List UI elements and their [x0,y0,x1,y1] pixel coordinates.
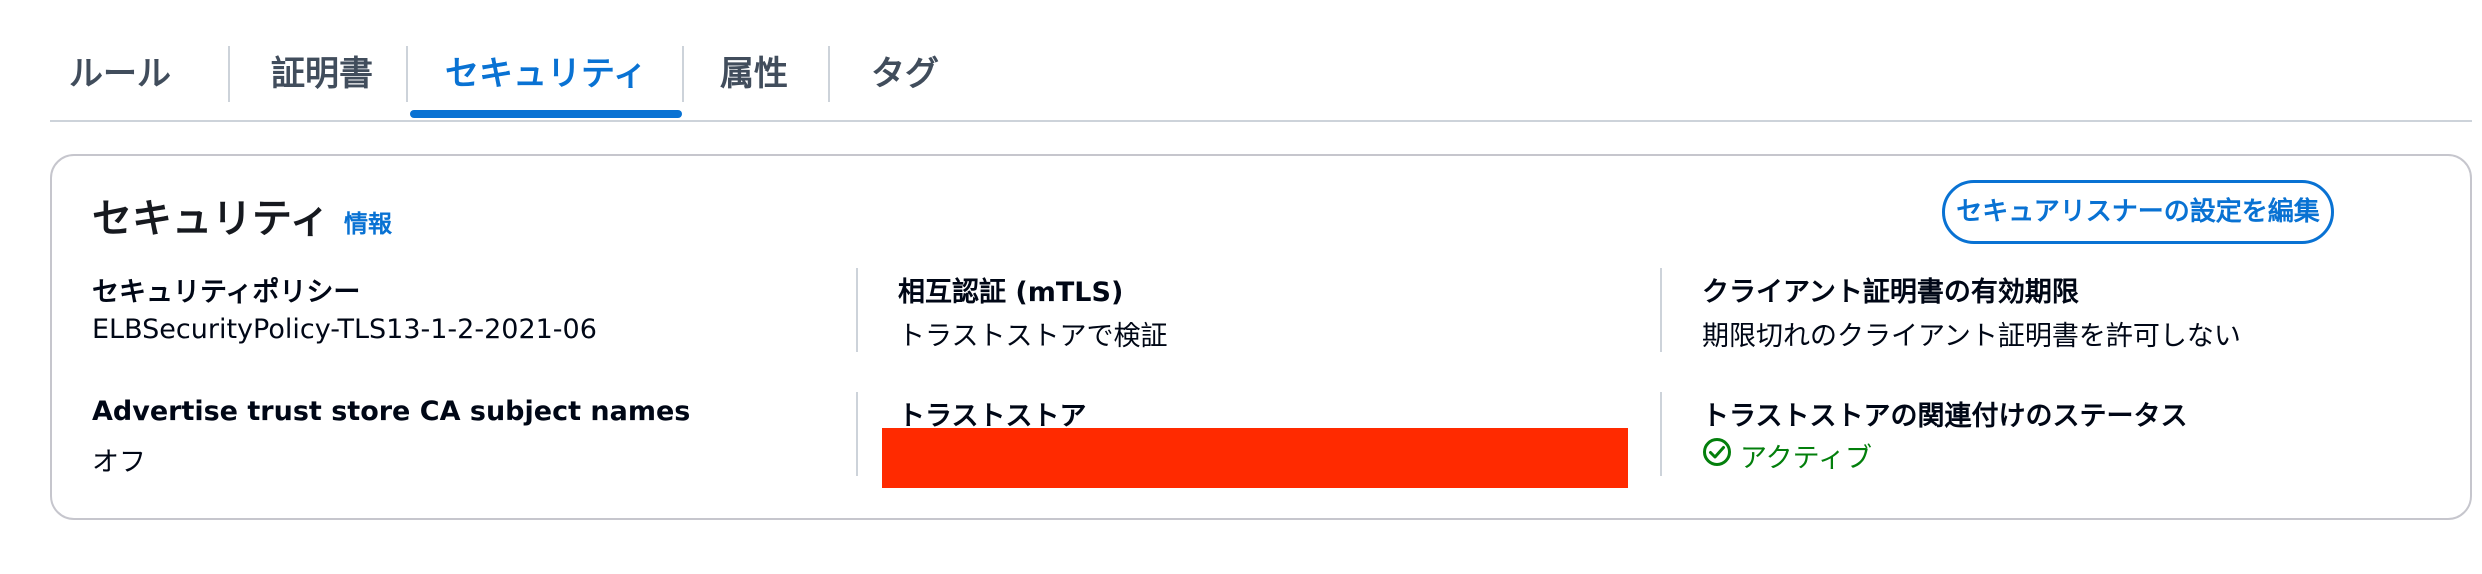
advertise-ca-label: Advertise trust store CA subject names [92,396,691,427]
tab-bar: ルール 証明書 セキュリティ 属性 タグ [50,30,2472,122]
tab-certificates[interactable]: 証明書 [252,30,392,118]
panel-title: セキュリティ [92,196,330,242]
column-divider [1660,392,1662,476]
advertise-ca-value: オフ [92,447,146,478]
tab-attributes[interactable]: 属性 [706,30,802,118]
trust-store-association-status: アクティブ [1702,436,1872,475]
page: ルール 証明書 セキュリティ 属性 タグ セキュリティ 情報 セキュアリスナーの… [0,0,2482,574]
edit-secure-listener-settings-button[interactable]: セキュアリスナーの設定を編集 [1942,180,2334,244]
tab-divider [828,46,830,102]
check-circle-icon [1702,437,1740,474]
redaction-box [882,428,1628,488]
tab-tags[interactable]: タグ [850,30,960,118]
tab-divider [406,46,408,102]
client-cert-expiry-value: 期限切れのクライアント証明書を許可しない [1702,321,2241,352]
column-divider [856,268,858,352]
tab-divider [228,46,230,102]
tab-rules[interactable]: ルール [50,30,190,118]
mtls-label: 相互認証 (mTLS) [898,277,1124,308]
column-divider [856,392,858,476]
trust-store-association-label: トラストストアの関連付けのステータス [1702,401,2188,432]
security-policy-label: セキュリティポリシー [92,277,361,308]
mtls-value: トラストストアで検証 [898,321,1168,352]
client-cert-expiry-label: クライアント証明書の有効期限 [1702,277,2079,308]
security-panel: セキュリティ 情報 セキュアリスナーの設定を編集 セキュリティポリシー ELBS… [50,154,2472,520]
status-text: アクティブ [1740,443,1873,474]
security-policy-value: ELBSecurityPolicy-TLS13-1-2-2021-06 [92,314,597,345]
tab-divider [682,46,684,102]
tab-security[interactable]: セキュリティ [414,30,678,118]
active-tab-indicator [410,110,682,118]
column-divider [1660,268,1662,352]
info-link[interactable]: 情報 [344,204,392,239]
